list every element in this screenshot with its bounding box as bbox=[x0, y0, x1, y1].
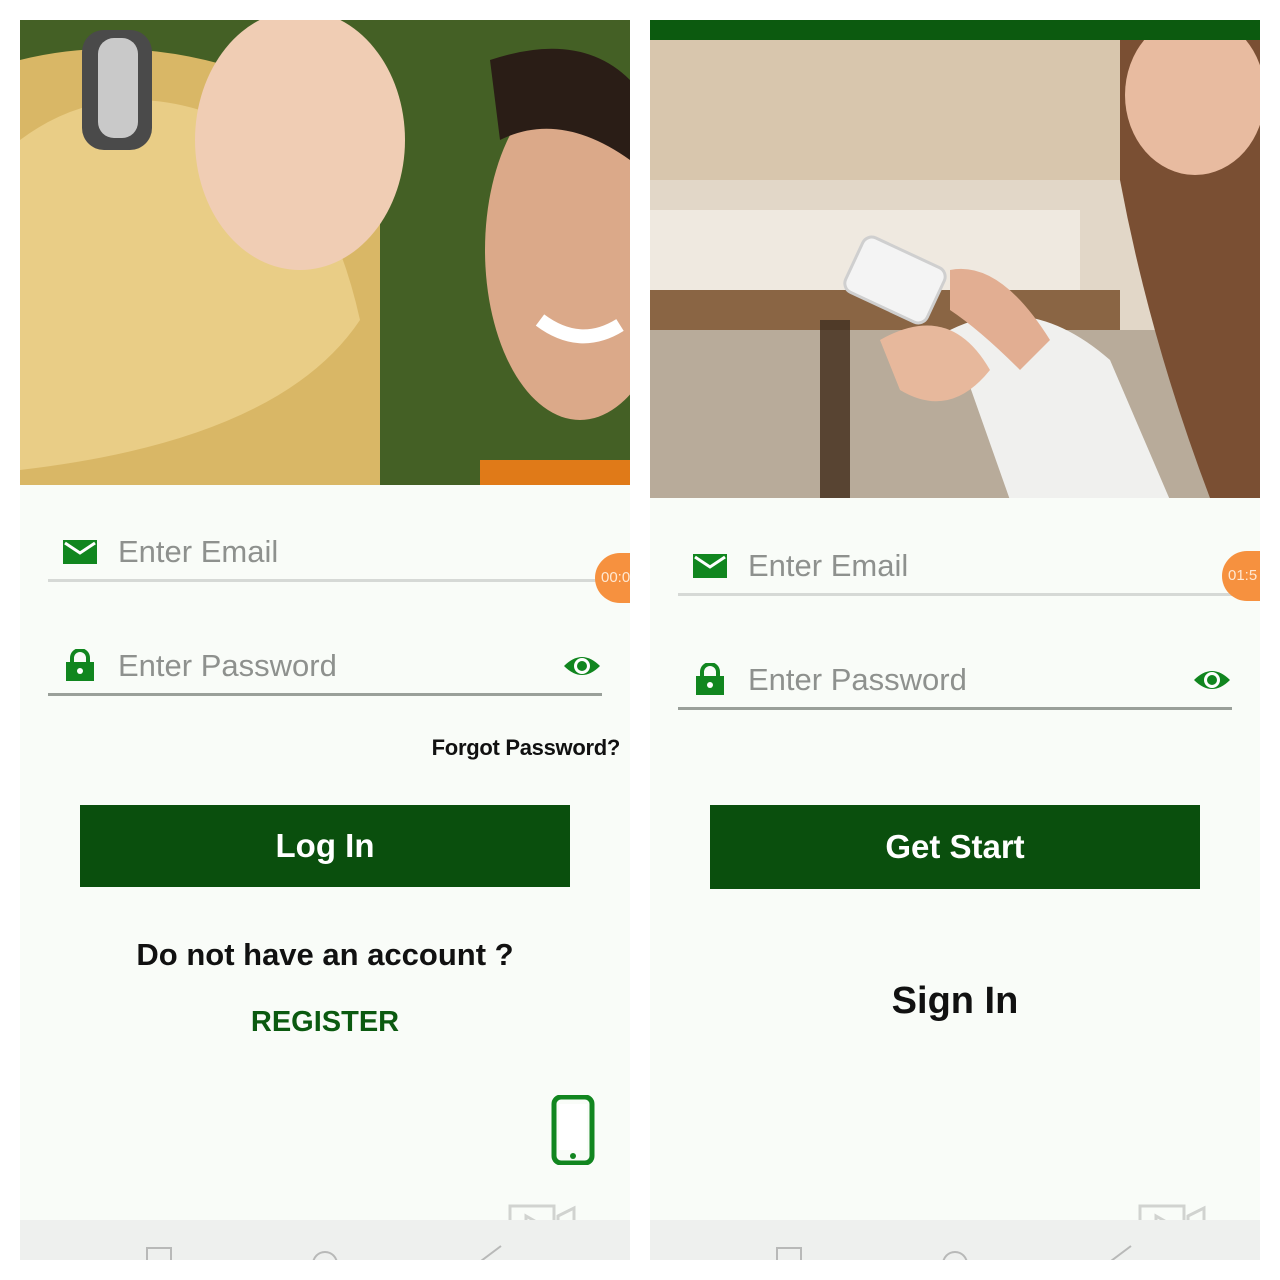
lock-icon bbox=[696, 663, 724, 695]
forgot-password-link[interactable]: Forgot Password? bbox=[432, 735, 621, 761]
system-navigation-bar bbox=[650, 1220, 1260, 1260]
email-field[interactable] bbox=[678, 537, 1232, 596]
password-input[interactable] bbox=[116, 643, 540, 689]
eye-icon[interactable] bbox=[1192, 665, 1232, 695]
get-start-button[interactable]: Get Start bbox=[710, 805, 1200, 889]
hero-photo-woman-phone bbox=[650, 40, 1260, 498]
system-navigation-bar bbox=[20, 1220, 630, 1260]
email-field[interactable] bbox=[48, 523, 602, 582]
email-input[interactable] bbox=[116, 529, 540, 575]
login-button[interactable]: Log In bbox=[80, 805, 570, 887]
back-icon[interactable] bbox=[475, 1244, 503, 1260]
signup-screen: 01:5 Get Start Sign In bbox=[650, 20, 1260, 1260]
smartphone-icon[interactable] bbox=[550, 1095, 596, 1165]
password-field[interactable] bbox=[48, 637, 602, 696]
top-bar bbox=[650, 20, 1260, 42]
home-icon[interactable] bbox=[311, 1244, 339, 1260]
mail-icon bbox=[63, 540, 97, 564]
home-icon[interactable] bbox=[941, 1244, 969, 1260]
timer-badge: 00:0 bbox=[595, 553, 630, 603]
eye-icon[interactable] bbox=[562, 651, 602, 681]
lock-icon bbox=[66, 649, 94, 681]
login-screen: 00:0 Forgot Password? Log In Do not have… bbox=[20, 20, 630, 1260]
recent-apps-icon[interactable] bbox=[775, 1244, 803, 1260]
back-icon[interactable] bbox=[1105, 1244, 1133, 1260]
no-account-text: Do not have an account ? bbox=[136, 937, 514, 972]
password-input[interactable] bbox=[746, 657, 1170, 703]
recent-apps-icon[interactable] bbox=[145, 1244, 173, 1260]
email-input[interactable] bbox=[746, 543, 1170, 589]
hero-photo-couple bbox=[20, 20, 630, 485]
password-field[interactable] bbox=[678, 651, 1232, 710]
register-link[interactable]: REGISTER bbox=[20, 1006, 630, 1039]
sign-in-link[interactable]: Sign In bbox=[650, 980, 1260, 1023]
mail-icon bbox=[693, 554, 727, 578]
